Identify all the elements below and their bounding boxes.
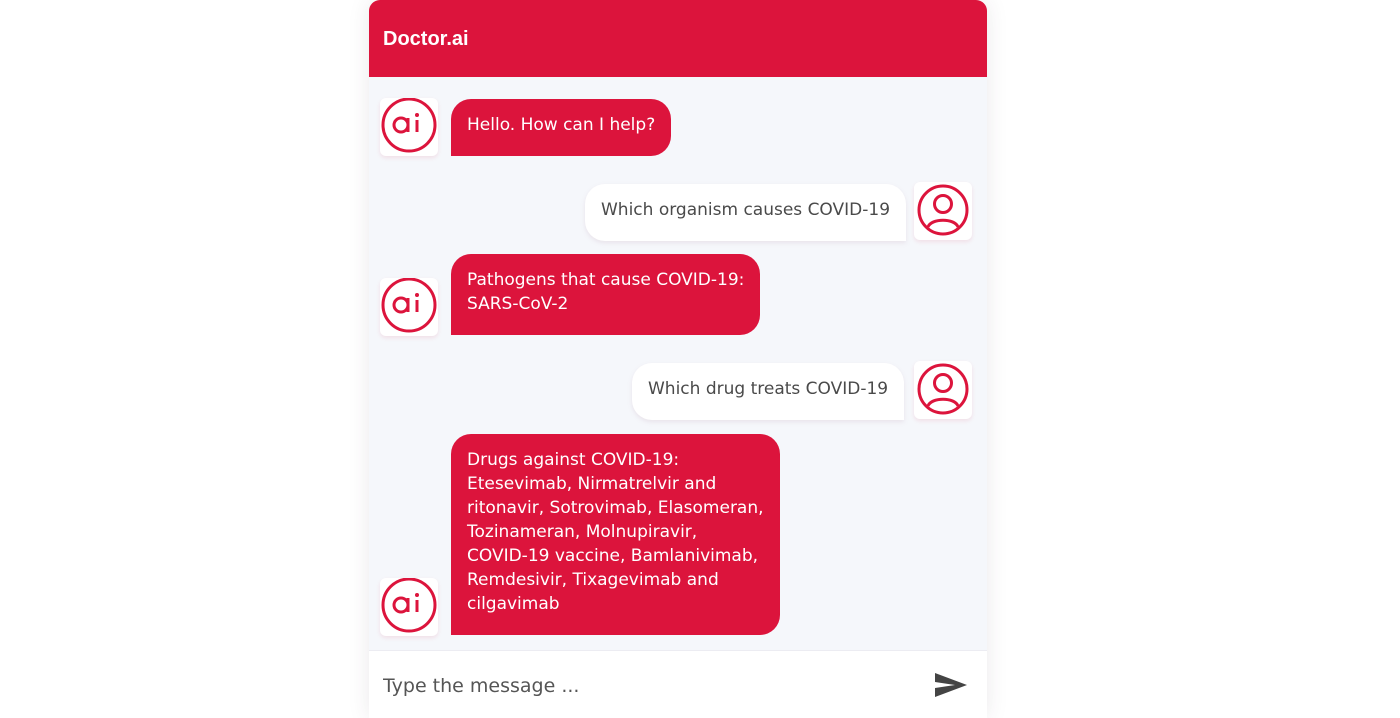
bot-avatar [380,278,438,336]
user-message: Which drug treats COVID-19 [632,363,905,420]
ai-logo-icon [381,578,437,633]
bot-message: Pathogens that cause COVID-19: SARS-CoV-… [451,254,761,335]
chat-header: Doctor.ai [369,0,987,77]
message-composer [369,650,987,718]
ai-logo-icon [381,278,437,333]
ai-logo-icon [381,98,437,153]
chat-window: Doctor.ai Hello. How can I help? Which o… [369,0,987,718]
send-button[interactable] [931,667,971,703]
bot-avatar [380,98,438,156]
bot-message: Drugs against COVID-19: Etesevimab, Nirm… [451,434,780,635]
message-input[interactable] [383,669,903,703]
bot-avatar [380,578,438,636]
user-avatar [914,182,972,240]
user-icon [917,363,969,415]
bot-message: Hello. How can I help? [451,99,672,156]
user-avatar [914,361,972,419]
chat-title: Doctor.ai [383,28,469,50]
send-icon [935,673,967,697]
user-icon [917,184,969,236]
user-message: Which organism causes COVID-19 [585,184,907,241]
